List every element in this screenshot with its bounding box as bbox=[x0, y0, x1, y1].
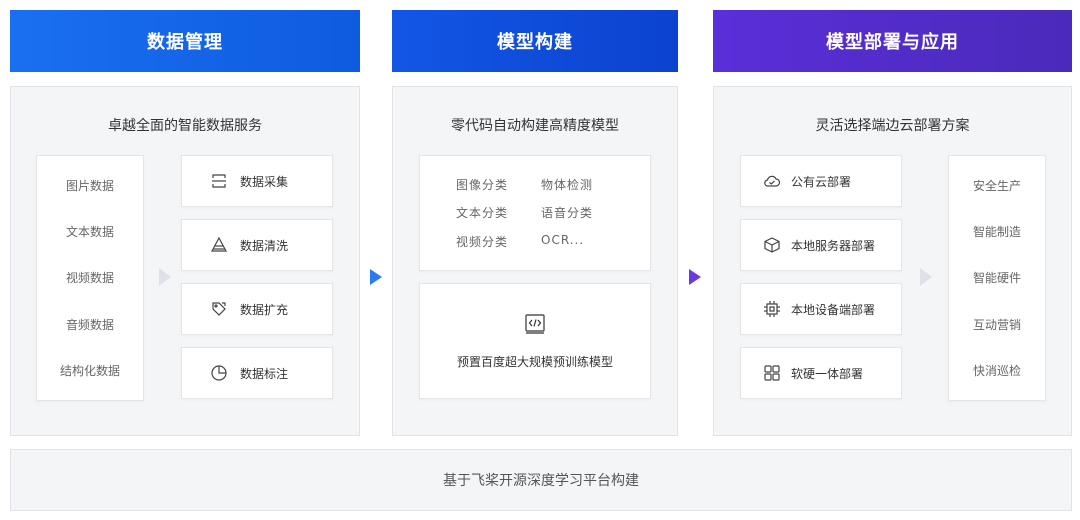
server-box-icon bbox=[763, 236, 781, 254]
service-label: 数据清洗 bbox=[240, 238, 289, 253]
list-item: 智能制造 bbox=[972, 225, 1021, 240]
service-data-cleaning[interactable]: 数据清洗 bbox=[181, 219, 333, 271]
arrow-right-icon bbox=[920, 268, 932, 286]
list-item: OCR... bbox=[541, 233, 585, 248]
list-item: 文本分类 bbox=[456, 206, 509, 221]
panel-title: 零代码自动构建高精度模型 bbox=[451, 118, 619, 134]
deployment-label: 软硬一体部署 bbox=[791, 366, 864, 381]
data-cleaning-icon bbox=[210, 236, 228, 254]
header-model-building: 模型构建 bbox=[392, 10, 678, 72]
deployment-label: 本地服务器部署 bbox=[791, 238, 876, 253]
data-annotation-icon bbox=[210, 364, 228, 382]
footer-label: 基于飞桨开源深度学习平台构建 bbox=[443, 473, 639, 489]
panel-model-deployment: 灵活选择端边云部署方案 公有云部署 本地服务器部署 本地设备端部署 软硬一体部署… bbox=[713, 86, 1072, 436]
list-item: 视频数据 bbox=[65, 271, 114, 286]
arrow-right-icon bbox=[159, 268, 171, 286]
task-types-card: 图像分类 物体检测 文本分类 语音分类 视频分类 OCR... bbox=[419, 155, 651, 271]
deploy-local-server[interactable]: 本地服务器部署 bbox=[740, 219, 902, 271]
list-item: 快消巡检 bbox=[972, 364, 1021, 379]
deploy-hardware-integrated[interactable]: 软硬一体部署 bbox=[740, 347, 902, 399]
platform-footer: 基于飞桨开源深度学习平台构建 bbox=[10, 449, 1072, 511]
list-item: 结构化数据 bbox=[59, 364, 120, 379]
panel-title: 卓越全面的智能数据服务 bbox=[108, 118, 262, 134]
data-collection-icon bbox=[210, 172, 228, 190]
service-label: 数据扩充 bbox=[240, 302, 289, 317]
deploy-public-cloud[interactable]: 公有云部署 bbox=[740, 155, 902, 207]
list-item: 语音分类 bbox=[541, 206, 594, 221]
list-item: 文本数据 bbox=[65, 225, 114, 240]
list-item: 互动营销 bbox=[972, 317, 1021, 332]
list-item: 音频数据 bbox=[65, 317, 114, 332]
service-data-annotation[interactable]: 数据标注 bbox=[181, 347, 333, 399]
list-item: 图像分类 bbox=[456, 177, 509, 192]
cloud-check-icon bbox=[763, 172, 781, 190]
flow-arrow-icon bbox=[370, 269, 382, 285]
flow-arrow-icon bbox=[689, 269, 701, 285]
list-item: 视频分类 bbox=[456, 235, 509, 250]
deployment-label: 公有云部署 bbox=[791, 174, 852, 189]
list-item: 图片数据 bbox=[65, 178, 114, 193]
service-label: 数据采集 bbox=[240, 174, 289, 189]
list-item: 智能硬件 bbox=[972, 271, 1021, 286]
deploy-local-device[interactable]: 本地设备端部署 bbox=[740, 283, 902, 335]
data-augmentation-icon bbox=[210, 300, 228, 318]
service-data-collection[interactable]: 数据采集 bbox=[181, 155, 333, 207]
header-model-deployment: 模型部署与应用 bbox=[713, 10, 1072, 72]
service-data-augmentation[interactable]: 数据扩充 bbox=[181, 283, 333, 335]
service-label: 数据标注 bbox=[240, 366, 289, 381]
pretrained-label: 预置百度超大规模预训练模型 bbox=[456, 354, 613, 369]
header-data-management: 数据管理 bbox=[10, 10, 360, 72]
deployment-label: 本地设备端部署 bbox=[791, 302, 876, 317]
panel-model-building: 零代码自动构建高精度模型 图像分类 物体检测 文本分类 语音分类 视频分类 OC… bbox=[392, 86, 678, 436]
list-item: 安全生产 bbox=[972, 178, 1021, 193]
panel-title: 灵活选择端边云部署方案 bbox=[815, 118, 970, 134]
chip-icon bbox=[763, 300, 781, 318]
panel-data-management: 卓越全面的智能数据服务 图片数据 文本数据 视频数据 音频数据 结构化数据 数据… bbox=[10, 86, 360, 436]
pretrained-model-card[interactable]: 预置百度超大规模预训练模型 bbox=[419, 283, 651, 399]
grid-blocks-icon bbox=[763, 364, 781, 382]
applications-card: 安全生产 智能制造 智能硬件 互动营销 快消巡检 bbox=[948, 155, 1046, 401]
code-window-icon bbox=[524, 313, 546, 335]
data-types-card: 图片数据 文本数据 视频数据 音频数据 结构化数据 bbox=[36, 155, 144, 401]
list-item: 物体检测 bbox=[541, 177, 594, 192]
